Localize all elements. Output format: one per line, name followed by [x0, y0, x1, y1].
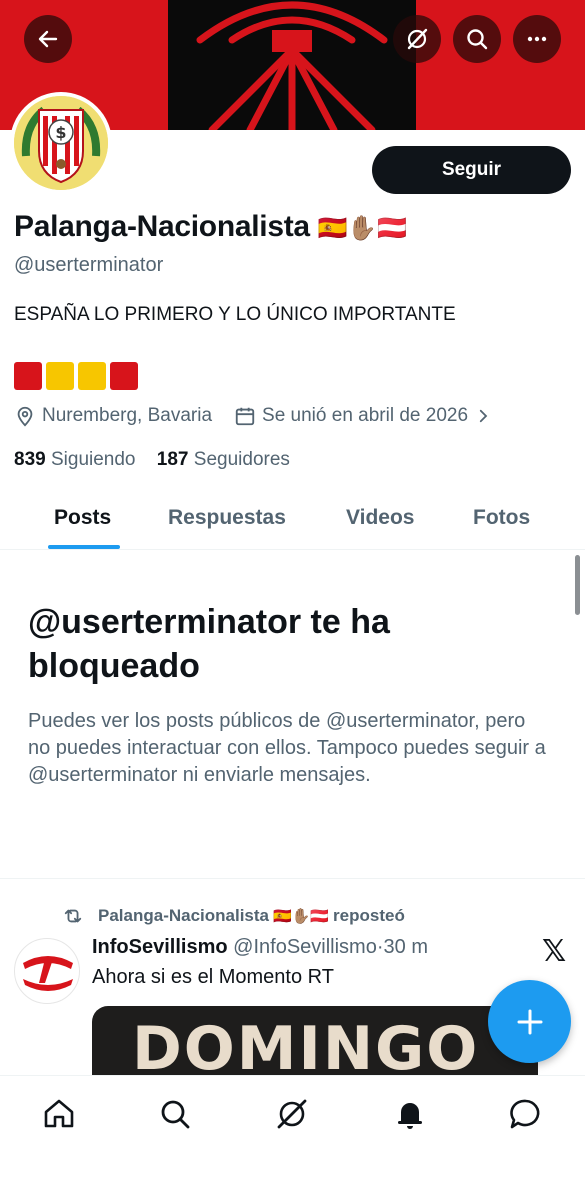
tab-respuestas[interactable]: Respuestas [168, 506, 286, 530]
following-link[interactable]: 839 Siguiendo [14, 449, 136, 470]
plus-icon [517, 1009, 542, 1034]
tab-posts[interactable]: Posts [54, 506, 111, 530]
chevron-right-icon[interactable] [474, 407, 492, 425]
home-icon[interactable] [41, 1096, 77, 1132]
grok-icon [407, 28, 428, 50]
post-author-name[interactable]: InfoSevillismo [92, 936, 228, 958]
search-button[interactable] [453, 15, 501, 63]
blocked-message: Puedes ver los posts públicos de @userte… [28, 710, 546, 786]
repost-author: Palanga-Nacionalista [98, 906, 270, 925]
active-tab-indicator [48, 545, 120, 549]
red-square-icon [110, 362, 138, 390]
profile-location: Nuremberg, Bavaria [42, 405, 213, 426]
compose-button[interactable] [488, 980, 571, 1063]
profile-name-emojis: 🇪🇸✋🏽🇦🇹 [317, 214, 407, 242]
profile-name-text: Palanga-Nacionalista [14, 210, 310, 243]
infosevillismo-logo-icon [18, 942, 78, 1002]
avatar-image: $ [14, 96, 108, 190]
profile-bio: ESPAÑA LO PRIMERO Y LO ÚNICO IMPORTANTE [14, 304, 456, 325]
repost-suffix: reposteó [333, 906, 405, 925]
yellow-square-icon [78, 362, 106, 390]
followers-link[interactable]: 187 Seguidores [157, 449, 290, 470]
back-button[interactable] [24, 15, 72, 63]
search-icon[interactable] [157, 1096, 193, 1132]
bottom-nav [0, 1075, 585, 1200]
profile-meta: Nuremberg, Bavaria Se unió en abril de 2… [14, 405, 498, 427]
more-icon [527, 36, 547, 42]
red-square-icon [14, 362, 42, 390]
follow-counts: 839 Siguiendo 187 Seguidores [14, 449, 290, 471]
repost-icon [64, 909, 82, 923]
post-time[interactable]: 30 m [384, 936, 428, 958]
back-arrow-icon [38, 30, 58, 48]
follow-button[interactable]: Seguir [372, 146, 571, 194]
grok-icon[interactable] [274, 1096, 310, 1132]
svg-text:$: $ [55, 123, 66, 142]
more-button[interactable] [513, 15, 561, 63]
post-separator: · [376, 936, 384, 958]
tab-videos[interactable]: Videos [346, 506, 414, 530]
profile-handle: @userterminator [14, 254, 164, 276]
messages-icon[interactable] [508, 1096, 544, 1132]
profile-name: Palanga-Nacionalista 🇪🇸✋🏽🇦🇹 [14, 210, 407, 244]
post-media[interactable]: DOMINGO [92, 1006, 538, 1076]
calendar-icon [235, 407, 255, 426]
profile-tabs: Posts Respuestas Videos Fotos [0, 490, 585, 550]
divider [0, 878, 585, 879]
tab-fotos[interactable]: Fotos [473, 506, 530, 530]
repost-emojis: 🇪🇸✋🏽🇦🇹 [273, 907, 330, 925]
scrollbar[interactable] [575, 555, 580, 615]
post-text: Ahora si es el Momento RT [92, 966, 334, 988]
notifications-icon[interactable] [392, 1096, 428, 1132]
grok-button[interactable] [393, 15, 441, 63]
followers-label: Seguidores [193, 449, 290, 470]
following-label: Siguiendo [50, 449, 136, 470]
post-author-handle[interactable]: @InfoSevillismo [233, 936, 377, 958]
location-icon [17, 406, 33, 427]
following-count: 839 [14, 449, 46, 470]
repost-indicator[interactable]: Palanga-Nacionalista 🇪🇸✋🏽🇦🇹 reposteó [62, 906, 405, 926]
post-author-avatar[interactable] [14, 938, 80, 1004]
post-header: InfoSevillismo @InfoSevillismo·30 m [92, 936, 428, 959]
yellow-square-icon [46, 362, 74, 390]
profile-joined: Se unió en abril de 2026 [262, 405, 469, 426]
blocked-title: @userterminator te ha bloqueado [28, 603, 390, 685]
x-logo-icon: 𝕏 [542, 935, 567, 968]
profile-avatar[interactable]: $ [10, 92, 112, 194]
post-media-text: DOMINGO [132, 1014, 480, 1076]
search-icon [467, 29, 488, 50]
bio-squares [14, 362, 138, 390]
crest-icon: $ [14, 96, 108, 190]
followers-count: 187 [156, 449, 189, 470]
